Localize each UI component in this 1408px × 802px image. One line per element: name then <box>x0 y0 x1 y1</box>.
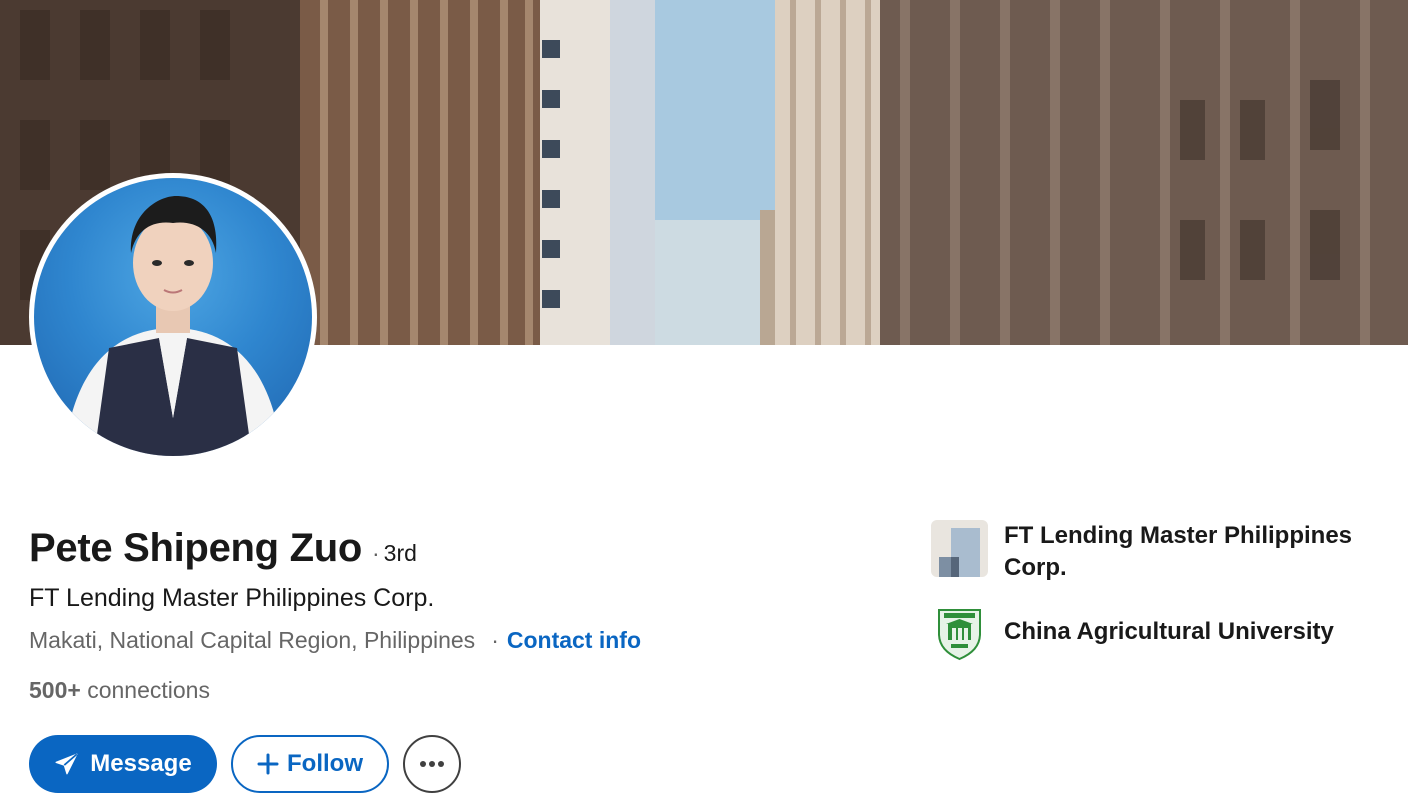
education-school-link[interactable]: China Agricultural University <box>931 604 1384 661</box>
connections-count-link[interactable]: 500+ connections <box>29 677 210 704</box>
profile-photo <box>34 178 312 456</box>
degree-separator: · <box>372 540 380 566</box>
send-icon <box>54 751 80 777</box>
school-name: China Agricultural University <box>1004 618 1334 645</box>
more-actions-button[interactable] <box>403 735 461 793</box>
university-crest-icon <box>931 604 988 661</box>
contact-info-link[interactable]: Contact info <box>507 627 641 654</box>
message-button-label: Message <box>90 750 192 777</box>
location-separator: · <box>491 627 499 653</box>
follow-button-label: Follow <box>287 750 363 777</box>
profile-location: Makati, National Capital Region, Philipp… <box>29 627 476 653</box>
location-row: Makati, National Capital Region, Philipp… <box>29 627 641 654</box>
profile-headline: FT Lending Master Philippines Corp. <box>29 584 435 612</box>
name-row: Pete Shipeng Zuo · 3rd <box>29 526 417 571</box>
connections-number: 500+ <box>29 677 81 703</box>
follow-button[interactable]: Follow <box>231 735 389 793</box>
profile-actions: Message Follow <box>29 735 461 793</box>
degree-label: 3rd <box>383 540 417 566</box>
plus-icon <box>257 753 279 775</box>
profile-name: Pete Shipeng Zuo <box>29 526 362 570</box>
connections-label: connections <box>87 677 210 703</box>
company-name: FT Lending Master Philippines Corp. <box>1004 522 1353 581</box>
message-button[interactable]: Message <box>29 735 217 793</box>
person-portrait-illustration <box>64 196 282 456</box>
profile-avatar[interactable] <box>29 173 317 461</box>
company-logo-icon <box>931 520 988 577</box>
more-horizontal-icon <box>419 760 445 768</box>
connection-degree: · 3rd <box>372 540 417 567</box>
current-company-link[interactable]: FT Lending Master Philippines Corp. <box>931 520 1384 584</box>
